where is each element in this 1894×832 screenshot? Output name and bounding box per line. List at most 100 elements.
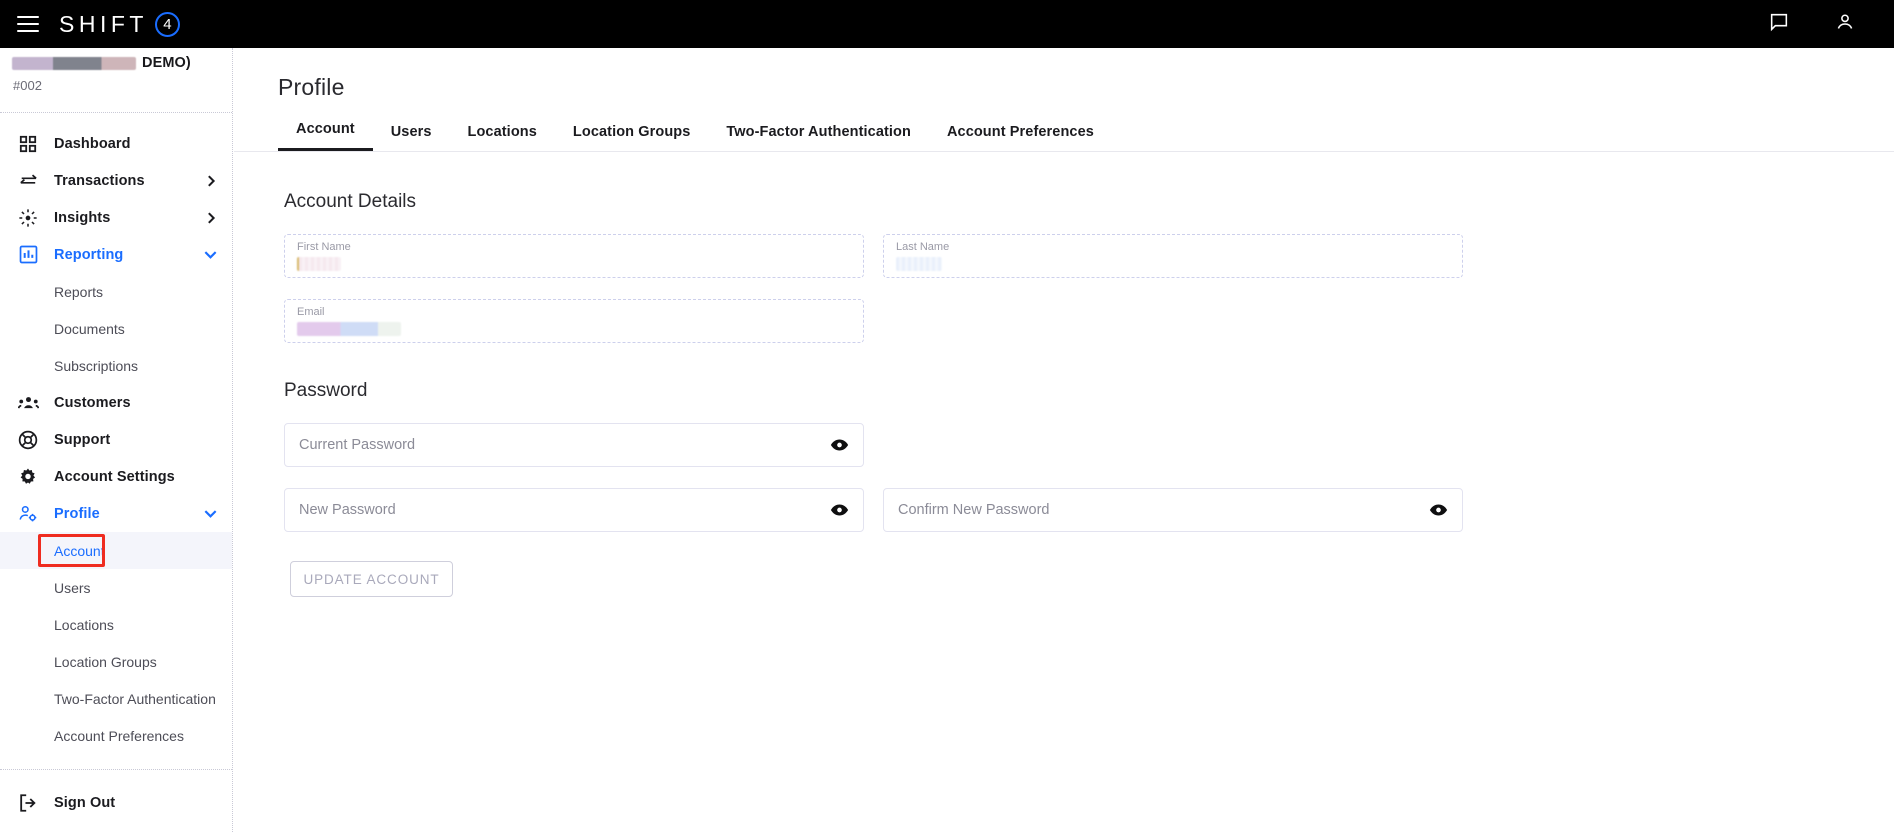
sidebar-item-profile[interactable]: Profile (0, 495, 232, 532)
first-name-label: First Name (297, 241, 351, 253)
sidebar-subitem-label: Two-Factor Authentication (54, 690, 216, 707)
sign-out-icon (17, 792, 39, 814)
brand-logo[interactable]: SHIFT 4 (59, 11, 180, 38)
sidebar-subitem-label: Locations (54, 616, 114, 633)
transactions-arrows-icon (17, 170, 39, 192)
sidebar-subitem-account[interactable]: Account (0, 532, 232, 569)
top-bar-actions (1768, 11, 1856, 38)
sidebar-item-label: Customers (54, 394, 131, 411)
sidebar-item-dashboard[interactable]: Dashboard (0, 125, 232, 162)
sidebar-subitem-subscriptions[interactable]: Subscriptions (0, 347, 232, 384)
reporting-chart-icon (17, 244, 39, 266)
sidebar-item-label: Dashboard (54, 135, 131, 152)
account-details-heading: Account Details (284, 191, 417, 212)
tab-location-groups[interactable]: Location Groups (555, 124, 709, 151)
tab-label: Account Preferences (946, 124, 1094, 140)
hamburger-icon[interactable] (17, 16, 39, 32)
sidebar-item-support[interactable]: Support (0, 421, 232, 458)
password-heading: Password (284, 380, 368, 401)
user-account-icon[interactable] (1834, 11, 1856, 38)
first-name-field[interactable]: First Name (284, 234, 864, 278)
new-password-placeholder: New Password (299, 502, 396, 518)
new-password-field[interactable]: New Password (284, 488, 864, 532)
update-account-button[interactable]: UPDATE ACCOUNT (290, 561, 453, 597)
account-summary: DEMO) #002 (0, 48, 232, 103)
tab-two-factor-authentication[interactable]: Two-Factor Authentication (708, 124, 929, 151)
sidebar-subitem-label: Location Groups (54, 653, 157, 670)
main-content: Profile Account Users Locations Location… (234, 48, 1894, 832)
first-name-value-redacted (297, 257, 341, 271)
sidebar-nav: Dashboard Transactions Insights Reportin… (0, 113, 232, 821)
chevron-right-icon[interactable] (204, 174, 218, 188)
eye-icon[interactable] (830, 438, 849, 453)
current-password-row: Current Password (284, 423, 1894, 467)
tab-label: Account (296, 121, 355, 137)
last-name-field[interactable]: Last Name (883, 234, 1463, 278)
sidebar-subitem-label: Account Preferences (54, 727, 184, 744)
email-field[interactable]: Email (284, 299, 864, 343)
new-password-row: New Password Confirm New Password (284, 488, 1894, 532)
brand-mark-icon: 4 (154, 11, 180, 37)
sidebar-subitem-label: Reports (54, 283, 104, 300)
tab-label: Users (390, 124, 432, 140)
sidebar-subitem-two-factor-authentication[interactable]: Two-Factor Authentication (0, 680, 232, 717)
current-password-field[interactable]: Current Password (284, 423, 864, 467)
sidebar-item-label: Transactions (54, 172, 145, 189)
brand-text: SHIFT (59, 10, 148, 37)
sidebar-item-account-settings[interactable]: Account Settings (0, 458, 232, 495)
current-password-placeholder: Current Password (299, 437, 416, 453)
hamburger-bar (17, 23, 39, 25)
sidebar-item-label: Account Settings (54, 468, 175, 485)
sidebar-item-label: Profile (54, 505, 100, 522)
sidebar-subitem-label: Documents (54, 320, 125, 337)
sidebar-item-reporting[interactable]: Reporting (0, 236, 232, 273)
sidebar-item-sign-out[interactable]: Sign Out (0, 784, 232, 821)
account-name-row: DEMO) (12, 52, 232, 74)
sidebar-subitem-users[interactable]: Users (0, 569, 232, 606)
email-label: Email (297, 306, 325, 318)
tab-account-preferences[interactable]: Account Preferences (929, 124, 1112, 151)
sidebar-subitem-label: Account (54, 542, 105, 559)
sidebar-subitem-account-preferences[interactable]: Account Preferences (0, 717, 232, 754)
sidebar-subitem-label: Subscriptions (54, 357, 139, 374)
last-name-value-redacted (896, 257, 942, 271)
tab-locations[interactable]: Locations (450, 124, 555, 151)
email-field-row: Email (284, 299, 1894, 343)
eye-icon[interactable] (830, 503, 849, 518)
tab-label: Two-Factor Authentication (726, 124, 911, 140)
sidebar-item-label: Support (54, 431, 111, 448)
tab-account[interactable]: Account (278, 121, 373, 151)
last-name-label: Last Name (896, 241, 950, 253)
dashboard-grid-icon (17, 133, 39, 155)
sidebar-item-transactions[interactable]: Transactions (0, 162, 232, 199)
sidebar-item-label: Reporting (54, 246, 124, 263)
chevron-right-icon[interactable] (204, 211, 218, 225)
top-bar: SHIFT 4 (0, 0, 1894, 48)
sidebar-subitem-documents[interactable]: Documents (0, 310, 232, 347)
account-id: #002 (13, 78, 42, 93)
confirm-password-field[interactable]: Confirm New Password (883, 488, 1463, 532)
tab-bar: Account Users Locations Location Groups … (234, 118, 1894, 152)
redacted-account-name (12, 56, 136, 70)
eye-icon[interactable] (1429, 503, 1448, 518)
tab-users[interactable]: Users (373, 124, 450, 151)
hamburger-bar (17, 16, 39, 18)
hamburger-bar (17, 30, 39, 32)
sidebar-item-label: Insights (54, 209, 111, 226)
sidebar-divider-bottom (0, 769, 232, 770)
sidebar-subitem-label: Users (54, 579, 91, 596)
chat-bubble-icon[interactable] (1768, 11, 1790, 38)
gear-icon (17, 466, 39, 488)
chevron-down-icon[interactable] (203, 247, 218, 262)
customers-people-icon (17, 392, 39, 414)
sidebar-item-insights[interactable]: Insights (0, 199, 232, 236)
sidebar: DEMO) #002 Dashboard Transactions Insigh… (0, 48, 233, 832)
tab-label: Location Groups (572, 124, 691, 140)
sidebar-subitem-location-groups[interactable]: Location Groups (0, 643, 232, 680)
sidebar-item-customers[interactable]: Customers (0, 384, 232, 421)
sidebar-subitem-reports[interactable]: Reports (0, 273, 232, 310)
sidebar-subitem-locations[interactable]: Locations (0, 606, 232, 643)
email-value-redacted (297, 322, 401, 336)
account-name-suffix: DEMO) (142, 55, 191, 71)
chevron-down-icon[interactable] (203, 506, 218, 521)
